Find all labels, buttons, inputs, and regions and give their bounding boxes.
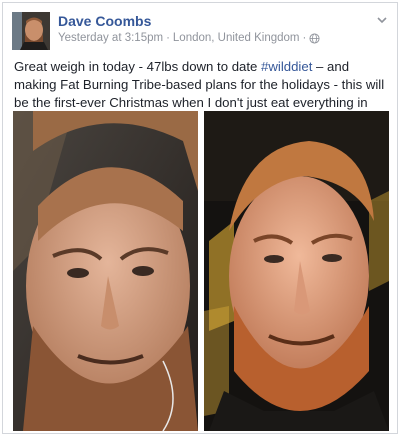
globe-icon[interactable] — [309, 32, 320, 44]
photo-before-image — [13, 111, 198, 431]
photo-after-image — [204, 111, 389, 431]
photo-before[interactable] — [13, 111, 198, 431]
meta-separator: · — [166, 32, 170, 44]
post-timestamp[interactable]: Yesterday at 3:15pm — [58, 32, 163, 44]
post-meta: Yesterday at 3:15pm · London, United Kin… — [58, 32, 320, 44]
facebook-post-card: Dave Coombs Yesterday at 3:15pm · London… — [2, 2, 398, 434]
photo-collage — [13, 111, 389, 431]
photo-after[interactable] — [204, 111, 389, 431]
meta-separator-2: · — [302, 32, 307, 44]
avatar-image — [12, 12, 50, 50]
author-name[interactable]: Dave Coombs — [58, 13, 151, 29]
avatar[interactable] — [12, 12, 50, 50]
hashtag-link[interactable]: #wilddiet — [261, 59, 312, 74]
chevron-down-icon[interactable] — [375, 13, 389, 27]
post-location[interactable]: London, United Kingdom — [173, 32, 300, 44]
post-text-body: Great weigh in today - 47lbs down to dat… — [14, 59, 262, 74]
